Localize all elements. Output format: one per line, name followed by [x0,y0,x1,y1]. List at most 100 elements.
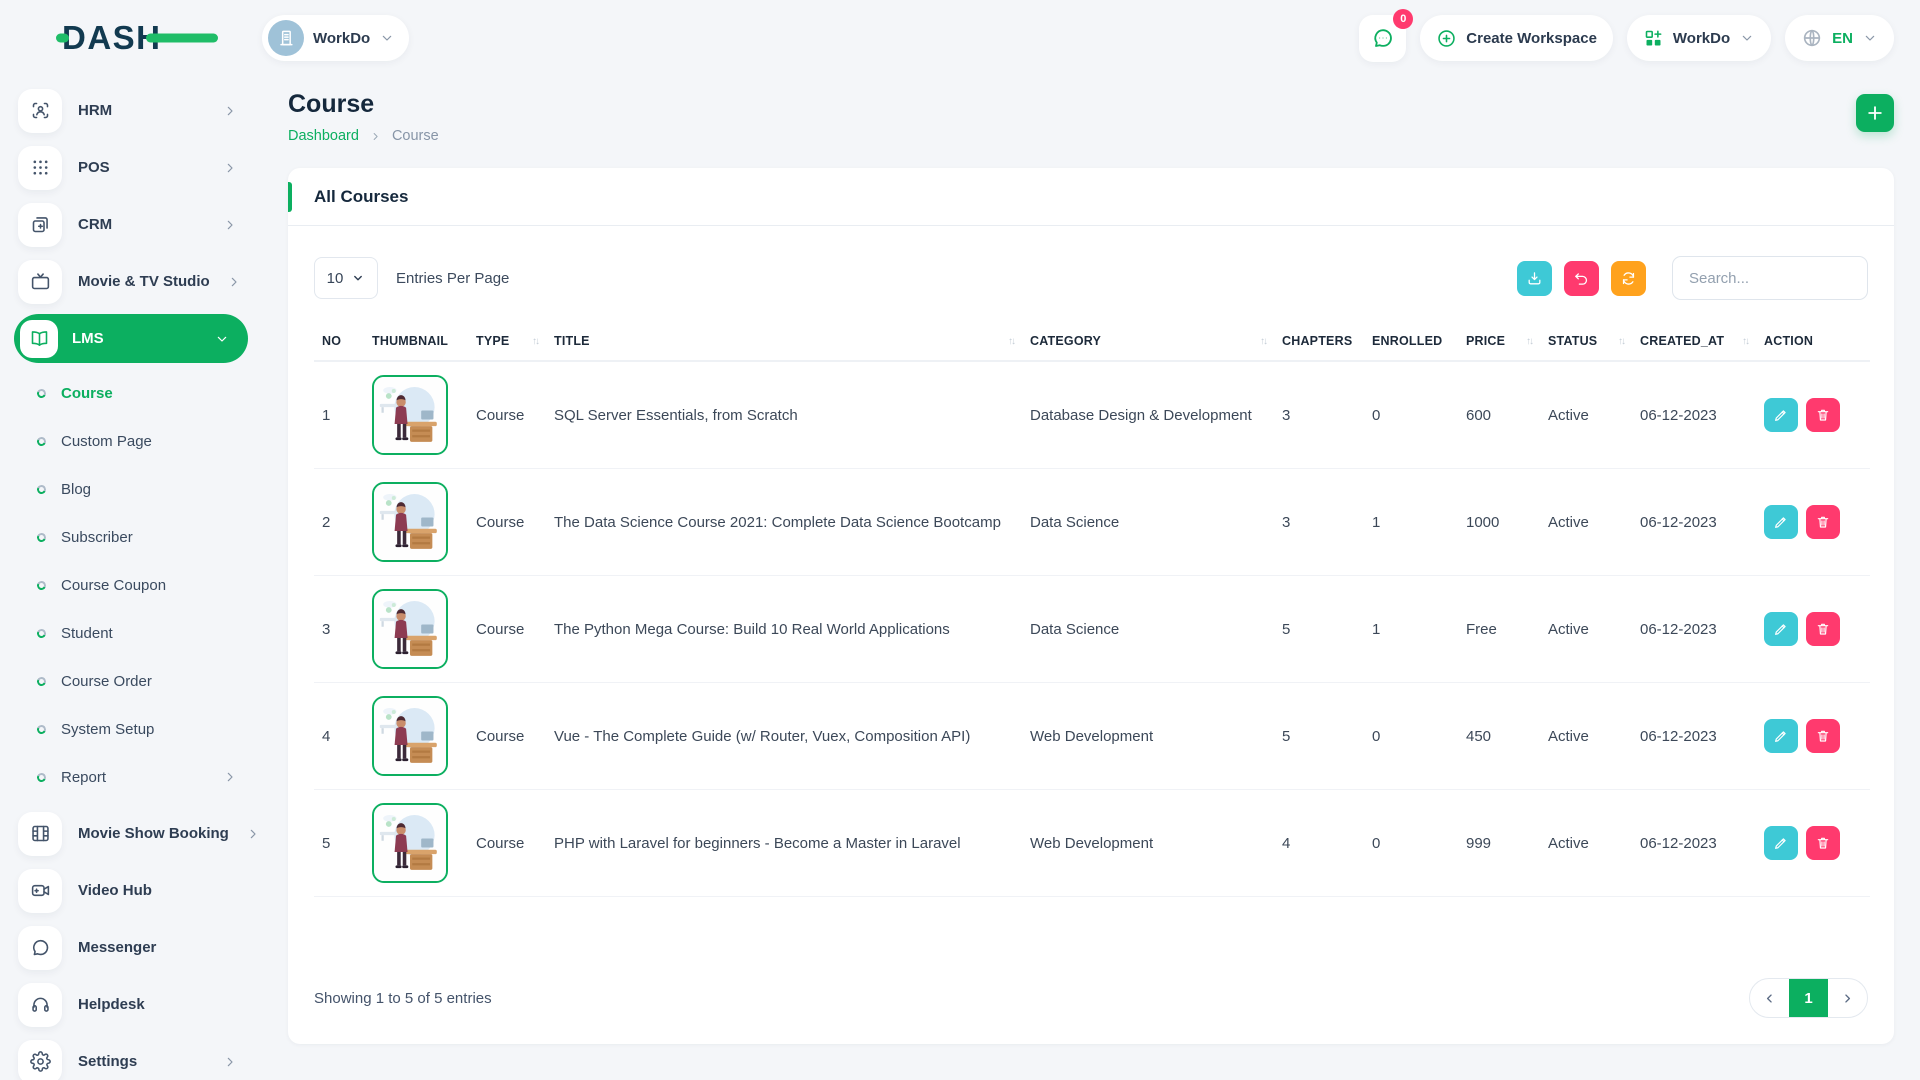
message-count-badge: 0 [1393,9,1413,29]
undo-icon [1573,270,1590,287]
sidebar-subitem-label: Student [61,625,113,642]
app-logo[interactable]: DASH [62,19,162,57]
sidebar-item-movie-show-booking[interactable]: Movie Show Booking [0,805,262,862]
user-menu[interactable]: WorkDo [1627,15,1771,61]
cell-action [1756,790,1870,897]
delete-button[interactable] [1806,398,1840,432]
entries-per-page-select[interactable]: 10 [314,257,378,299]
cell-category: Database Design & Development [1022,361,1274,469]
sort-icon[interactable]: ↑↓ [1008,336,1014,347]
edit-button[interactable] [1764,826,1798,860]
reset-button[interactable] [1564,261,1599,296]
sidebar: HRMPOS CRM Movie & TV Studio LMS CourseCusto… [0,76,262,1080]
column-header-type[interactable]: TYPE ↑↓ [468,322,546,361]
sort-icon[interactable]: ↑↓ [1526,336,1532,347]
language-code: EN [1832,30,1853,47]
cell-no: 4 [314,683,364,790]
sort-icon[interactable]: ↑↓ [1260,336,1266,347]
sidebar-item-hrm[interactable]: HRM [0,82,262,139]
sidebar-item-crm[interactable]: CRM [0,196,262,253]
sidebar-item-label: CRM [78,216,112,233]
card-header: All Courses [288,168,1894,226]
table-row: 4 CourseVue - The Complete Guide (w/ Rou… [314,683,1870,790]
column-header-chapters: CHAPTERS [1274,322,1364,361]
sort-icon[interactable]: ↑↓ [1618,336,1624,347]
sidebar-subitem-system-setup[interactable]: System Setup [0,705,262,753]
workspace-selector[interactable]: WorkDo [262,15,409,61]
sidebar-subitem-subscriber[interactable]: Subscriber [0,513,262,561]
chevron-right-icon [245,826,261,842]
refresh-button[interactable] [1611,261,1646,296]
create-workspace-button[interactable]: Create Workspace [1420,15,1613,61]
cell-chapters: 5 [1274,683,1364,790]
table-row: 5 CoursePHP with Laravel for beginners -… [314,790,1870,897]
sidebar-subitem-blog[interactable]: Blog [0,465,262,513]
edit-button[interactable] [1764,505,1798,539]
edit-button[interactable] [1764,612,1798,646]
sidebar-subitem-course[interactable]: Course [0,369,262,417]
sort-icon[interactable]: ↑↓ [1742,336,1748,347]
sidebar-item-pos[interactable]: POS [0,139,262,196]
delete-button[interactable] [1806,612,1840,646]
delete-button[interactable] [1806,826,1840,860]
bullet-icon [36,627,48,639]
table-actions [1517,256,1868,300]
edit-button[interactable] [1764,719,1798,753]
search-input[interactable] [1672,256,1868,300]
chevron-right-icon [222,160,238,176]
chevron-down-icon [1739,30,1755,46]
pencil-icon [1773,514,1789,530]
sidebar-item-label: Movie & TV Studio [78,273,210,290]
delete-button[interactable] [1806,505,1840,539]
column-label: TYPE [476,334,509,348]
sidebar-subitem-course-order[interactable]: Course Order [0,657,262,705]
sidebar-item-movie-tv-studio[interactable]: Movie & TV Studio [0,253,262,310]
export-button[interactable] [1517,261,1552,296]
bullet-icon [36,723,48,735]
course-thumbnail [372,482,448,562]
cell-category: Data Science [1022,576,1274,683]
chat-icon [18,926,62,970]
sidebar-item-video-hub[interactable]: Video Hub [0,862,262,919]
sidebar-item-settings[interactable]: Settings [0,1033,262,1080]
page-header: Course Dashboard Course [288,90,1894,144]
entries-per-page-value: 10 [327,270,344,287]
column-header-price[interactable]: PRICE↑↓ [1458,322,1540,361]
cell-thumbnail [364,576,468,683]
sidebar-subitem-report[interactable]: Report [0,753,262,801]
sidebar-item-lms[interactable]: LMS [14,314,248,363]
edit-button[interactable] [1764,398,1798,432]
cell-no: 2 [314,469,364,576]
column-header-title[interactable]: TITLE↑↓ [546,322,1022,361]
breadcrumb-dashboard-link[interactable]: Dashboard [288,128,359,144]
column-label: CHAPTERS [1282,334,1352,348]
cell-no: 1 [314,361,364,469]
cell-thumbnail [364,361,468,469]
cell-created-at: 06-12-2023 [1632,683,1756,790]
sidebar-subitem-student[interactable]: Student [0,609,262,657]
column-header-created-at[interactable]: CREATED_AT↑↓ [1632,322,1756,361]
sidebar-item-helpdesk[interactable]: Helpdesk [0,976,262,1033]
sidebar-item-messenger[interactable]: Messenger [0,919,262,976]
cell-enrolled: 0 [1364,683,1458,790]
column-header-status[interactable]: STATUS↑↓ [1540,322,1632,361]
pagination-prev-button[interactable] [1750,979,1789,1017]
chevron-down-icon [1862,30,1878,46]
language-selector[interactable]: EN [1785,15,1894,61]
breadcrumb: Dashboard Course [288,128,439,144]
courses-table: NOTHUMBNAILTYPE↑↓TITLE↑↓CATEGORY↑↓CHAPTE… [314,322,1870,897]
add-course-button[interactable] [1856,94,1894,132]
sidebar-subitem-course-coupon[interactable]: Course Coupon [0,561,262,609]
chevron-down-icon [379,30,395,46]
column-header-category[interactable]: CATEGORY↑↓ [1022,322,1274,361]
cell-type: Course [468,790,546,897]
messages-button[interactable]: 0 [1359,15,1406,62]
pagination-page-1[interactable]: 1 [1789,979,1828,1017]
cell-type: Course [468,361,546,469]
delete-button[interactable] [1806,719,1840,753]
pagination-next-button[interactable] [1828,979,1867,1017]
chevron-right-icon [1840,991,1855,1006]
pencil-icon [1773,621,1789,637]
sidebar-subitem-custom-page[interactable]: Custom Page [0,417,262,465]
sort-icon[interactable]: ↑↓ [532,336,538,347]
